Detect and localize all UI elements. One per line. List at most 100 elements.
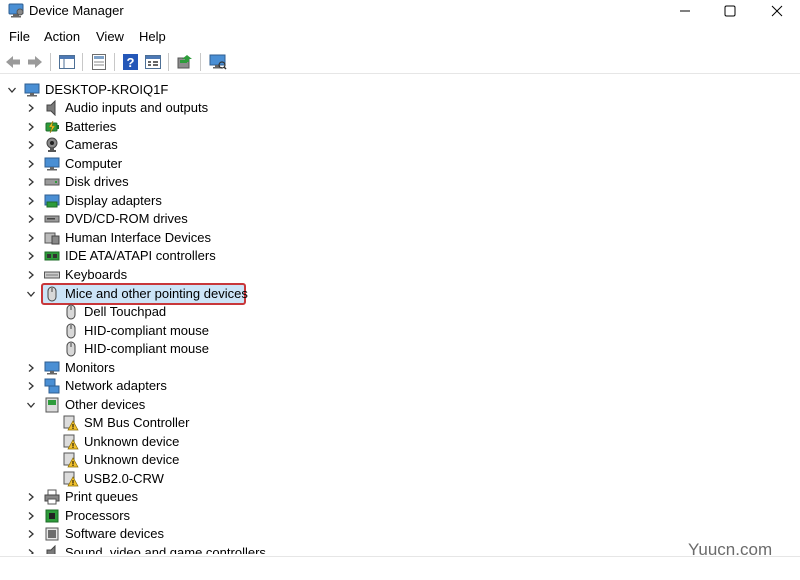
- menu-help[interactable]: Help: [139, 29, 166, 44]
- tree-device[interactable]: Dell Touchpad: [0, 303, 800, 321]
- chevron-right-icon[interactable]: [25, 232, 37, 244]
- computer-icon: [44, 156, 60, 172]
- chevron-right-icon[interactable]: [25, 121, 37, 133]
- toolbar-separator: [82, 53, 83, 71]
- tree-category-label: Display adapters: [65, 193, 162, 208]
- mouse-icon: [63, 341, 79, 357]
- menu-bar: File Action View Help: [0, 26, 800, 46]
- tree-device[interactable]: Unknown device: [0, 433, 800, 451]
- tree-device[interactable]: Unknown device: [0, 451, 800, 469]
- tree-device[interactable]: SM Bus Controller: [0, 414, 800, 432]
- horizontal-scrollbar[interactable]: [0, 556, 800, 572]
- printer-icon: [44, 489, 60, 505]
- tree-category-label: Sound, video and game controllers: [65, 545, 266, 554]
- chevron-right-icon[interactable]: [25, 139, 37, 151]
- tree-device-label: HID-compliant mouse: [84, 323, 209, 338]
- chevron-right-icon[interactable]: [25, 510, 37, 522]
- tree-category-label: Other devices: [65, 397, 146, 412]
- view-icon[interactable]: [143, 52, 163, 72]
- toolbar-separator: [200, 53, 201, 71]
- tree-device-label: SM Bus Controller: [84, 415, 190, 430]
- help-icon[interactable]: ?: [120, 52, 140, 72]
- network-adapter-icon: [44, 378, 60, 394]
- tree-category[interactable]: Cameras: [0, 136, 800, 154]
- chevron-right-icon[interactable]: [25, 547, 37, 554]
- tree-category[interactable]: Sound, video and game controllers: [0, 544, 800, 554]
- tree-root[interactable]: DESKTOP-KROIQ1F: [0, 81, 800, 99]
- back-arrow-icon[interactable]: [3, 52, 23, 72]
- vertical-scrollbar[interactable]: [783, 78, 800, 554]
- chevron-right-icon[interactable]: [25, 213, 37, 225]
- toolbar-separator: [168, 53, 169, 71]
- tree-category[interactable]: Print queues: [0, 488, 800, 506]
- tree-category-selected[interactable]: Mice and other pointing devices: [0, 285, 800, 303]
- chevron-right-icon[interactable]: [25, 528, 37, 540]
- tree-category[interactable]: Batteries: [0, 118, 800, 136]
- other-devices-icon: [44, 397, 60, 413]
- watermark: Yuucn.com: [688, 540, 773, 559]
- maximize-icon[interactable]: [707, 0, 753, 22]
- processor-icon: [44, 508, 60, 524]
- mouse-icon: [63, 323, 79, 339]
- toolbar-separator: [114, 53, 115, 71]
- monitor-icon: [44, 360, 60, 376]
- menu-view[interactable]: View: [96, 29, 124, 44]
- tree-category[interactable]: Processors: [0, 507, 800, 525]
- unknown-device-warning-icon: [63, 452, 79, 468]
- close-icon[interactable]: [754, 0, 800, 22]
- tree-category[interactable]: Computer: [0, 155, 800, 173]
- chevron-right-icon[interactable]: [25, 491, 37, 503]
- tree-device-label: HID-compliant mouse: [84, 341, 209, 356]
- unknown-device-warning-icon: [63, 415, 79, 431]
- menu-file[interactable]: File: [9, 29, 30, 44]
- chevron-right-icon[interactable]: [25, 176, 37, 188]
- tree-device[interactable]: USB2.0-CRW: [0, 470, 800, 488]
- show-hide-console-tree-icon[interactable]: [57, 52, 77, 72]
- chevron-right-icon[interactable]: [25, 380, 37, 392]
- tree-category[interactable]: Software devices: [0, 525, 800, 543]
- tree-category[interactable]: Display adapters: [0, 192, 800, 210]
- minimize-icon[interactable]: [662, 0, 708, 22]
- chevron-right-icon[interactable]: [25, 102, 37, 114]
- speaker-icon: [44, 100, 60, 116]
- tree-device[interactable]: HID-compliant mouse: [0, 322, 800, 340]
- tree-category-label: IDE ATA/ATAPI controllers: [65, 248, 216, 263]
- chevron-down-icon[interactable]: [25, 288, 37, 300]
- tree-category-label: Software devices: [65, 526, 164, 541]
- chevron-right-icon[interactable]: [25, 195, 37, 207]
- unknown-device-warning-icon: [63, 471, 79, 487]
- tree-category[interactable]: DVD/CD-ROM drives: [0, 210, 800, 228]
- scan-hardware-icon[interactable]: [208, 52, 228, 72]
- tree-category-label: Network adapters: [65, 378, 167, 393]
- status-bar: [0, 572, 800, 580]
- tree-category[interactable]: Human Interface Devices: [0, 229, 800, 247]
- update-driver-icon[interactable]: [175, 52, 195, 72]
- camera-icon: [44, 137, 60, 153]
- tree-category[interactable]: IDE ATA/ATAPI controllers: [0, 247, 800, 265]
- chevron-right-icon[interactable]: [25, 158, 37, 170]
- tree-category[interactable]: Audio inputs and outputs: [0, 99, 800, 117]
- disk-drive-icon: [44, 174, 60, 190]
- tree-category-label: Audio inputs and outputs: [65, 100, 209, 115]
- menu-action[interactable]: Action: [44, 29, 80, 44]
- tree-category-label: DVD/CD-ROM drives: [65, 211, 188, 226]
- tree-category[interactable]: Other devices: [0, 396, 800, 414]
- chevron-right-icon[interactable]: [25, 269, 37, 281]
- forward-arrow-icon[interactable]: [25, 52, 45, 72]
- tree-category[interactable]: Network adapters: [0, 377, 800, 395]
- tree-category[interactable]: Monitors: [0, 359, 800, 377]
- tree-device[interactable]: HID-compliant mouse: [0, 340, 800, 358]
- chevron-down-icon[interactable]: [25, 399, 37, 411]
- sound-controller-icon: [44, 545, 60, 554]
- tree-category[interactable]: Keyboards: [0, 266, 800, 284]
- properties-icon[interactable]: [89, 52, 109, 72]
- hid-icon: [44, 230, 60, 246]
- display-adapter-icon: [44, 193, 60, 209]
- tree-category-label: Disk drives: [65, 174, 129, 189]
- computer-icon: [24, 82, 40, 98]
- chevron-right-icon[interactable]: [25, 362, 37, 374]
- chevron-down-icon[interactable]: [6, 84, 18, 96]
- keyboard-icon: [44, 267, 60, 283]
- chevron-right-icon[interactable]: [25, 250, 37, 262]
- tree-category[interactable]: Disk drives: [0, 173, 800, 191]
